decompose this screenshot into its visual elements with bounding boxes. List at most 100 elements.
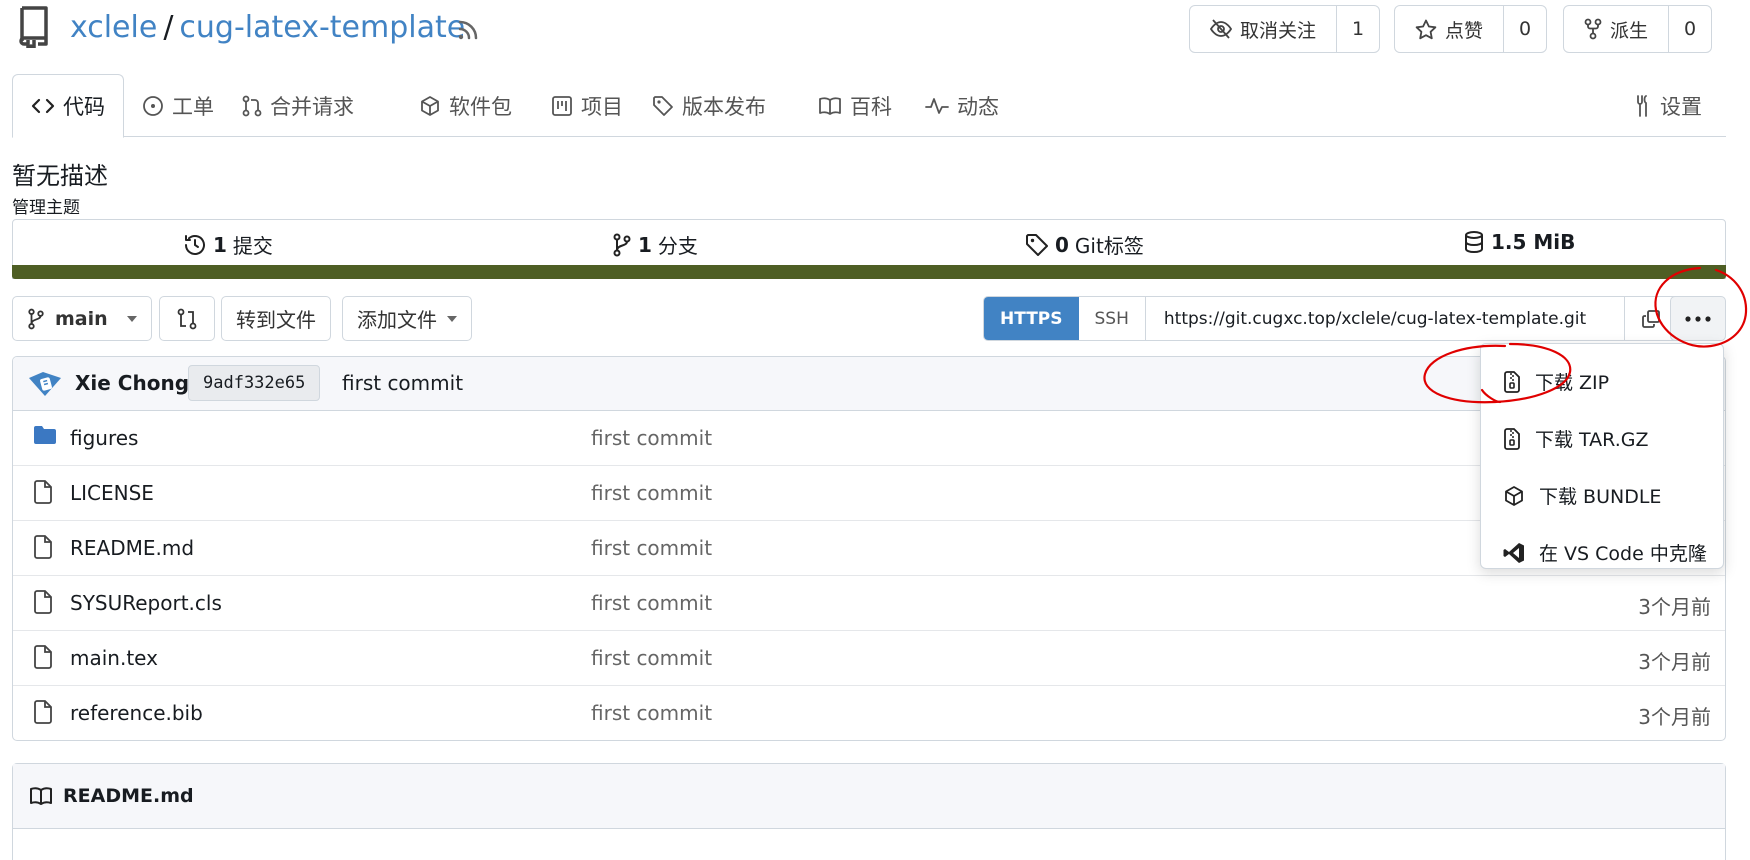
repo-description: 暂无描述 [12,162,108,190]
table-row: reference.bib first commit 3个月前 [13,686,1725,740]
repo-owner-link[interactable]: xclele [70,10,157,45]
tab-activity[interactable]: 动态 [907,74,1017,137]
tab-wiki[interactable]: 百科 [800,74,910,137]
branches-stat[interactable]: 1 分支 [612,230,698,259]
branches-count: 1 [638,232,652,257]
clone-vscode-item[interactable]: 在 VS Code 中克隆 [1481,524,1723,581]
commit-message[interactable]: first commit [342,371,463,395]
file-commit-message[interactable]: first commit [591,591,712,615]
file-name-link[interactable]: LICENSE [70,481,154,505]
file-name-link[interactable]: README.md [70,536,194,560]
star-button[interactable]: 点赞 0 [1394,5,1548,53]
table-row: main.tex first commit 3个月前 [13,631,1725,686]
branch-name: main [55,307,108,330]
tags-stat[interactable]: 0 Git标签 [1025,230,1144,259]
download-bundle-item[interactable]: 下载 BUNDLE [1481,467,1723,524]
rss-icon[interactable] [456,18,480,42]
book-icon [818,96,842,116]
repo-name-link[interactable]: cug-latex-template [179,10,465,45]
download-targz-item[interactable]: 下载 TAR.GZ [1481,410,1723,467]
file-zip-icon [1503,427,1521,450]
tab-label: 设置 [1660,94,1702,119]
commits-count: 1 [213,232,227,257]
fork-button[interactable]: 派生 0 [1563,5,1713,53]
file-commit-message[interactable]: first commit [591,646,712,670]
issue-icon [142,95,164,117]
tab-issues[interactable]: 工单 [124,74,232,137]
download-zip-item[interactable]: 下载 ZIP [1481,353,1723,410]
branch-icon [612,233,632,257]
tab-projects[interactable]: 项目 [533,74,641,137]
fork-icon [1584,18,1602,40]
star-count[interactable]: 0 [1504,6,1546,52]
menu-item-label: 下载 BUNDLE [1539,486,1662,508]
tab-packages[interactable]: 软件包 [401,74,530,137]
compare-button[interactable] [159,296,215,341]
pull-request-icon [242,95,262,117]
tag-icon [652,95,674,117]
vscode-icon [1503,542,1525,564]
clone-url-input[interactable]: https://git.cugxc.top/xclele/cug-latex-t… [1145,297,1624,340]
file-commit-message[interactable]: first commit [591,701,712,725]
book-icon [29,786,53,806]
file-commit-time: 3个月前 [1638,650,1711,674]
fork-count[interactable]: 0 [1669,6,1711,52]
eye-closed-icon [1210,19,1232,39]
package-icon [419,95,441,117]
watch-count[interactable]: 1 [1337,6,1379,52]
watch-button[interactable]: 取消关注 1 [1189,5,1381,53]
commit-sha[interactable]: 9adf332e65 [188,365,321,401]
fork-label: 派生 [1610,19,1649,42]
copy-icon [1641,309,1661,329]
tab-settings[interactable]: 设置 [1614,74,1720,137]
commits-stat[interactable]: 1 提交 [183,230,273,259]
commit-author[interactable]: Xie Chong [75,371,189,395]
file-icon [33,590,53,614]
avatar[interactable] [27,370,63,398]
add-file-button[interactable]: 添加文件 [342,296,472,341]
file-name-link[interactable]: figures [70,426,138,450]
tags-count: 0 [1055,232,1069,257]
more-options-button[interactable] [1670,296,1726,341]
ssh-toggle[interactable]: SSH [1078,297,1146,340]
branch-selector[interactable]: main [12,296,152,341]
download-dropdown-menu: 下载 ZIP 下载 TAR.GZ 下载 BUNDLE 在 VS Code 中克隆 [1480,343,1724,569]
tab-code[interactable]: 代码 [12,74,124,138]
size-stat: 1.5 MiB [1463,230,1575,254]
star-label: 点赞 [1445,19,1484,42]
manage-topics-link[interactable]: 管理主题 [12,193,80,218]
readme-title[interactable]: README.md [63,785,194,807]
language-bar [12,265,1726,279]
clone-panel: HTTPS SSH https://git.cugxc.top/xclele/c… [983,296,1679,341]
table-row: LICENSE first commit [13,466,1725,521]
file-commit-time: 3个月前 [1638,595,1711,619]
readme-header: README.md [13,764,1725,829]
tab-releases[interactable]: 版本发布 [634,74,784,137]
menu-item-label: 在 VS Code 中克隆 [1539,543,1707,565]
file-name-link[interactable]: main.tex [70,646,158,670]
caret-down-icon [127,315,137,322]
table-row: figures first commit [13,411,1725,466]
add-file-label: 添加文件 [357,308,437,332]
file-icon [33,700,53,724]
file-commit-message[interactable]: first commit [591,481,712,505]
file-icon [33,535,53,559]
file-commit-message[interactable]: first commit [591,426,712,450]
repo-tabs: 代码 工单 合并请求 软件包 项目 版本发布 百科 动态 设置 [12,74,1726,138]
repo-size: 1.5 MiB [1491,230,1576,254]
repo-title: xclele / cug-latex-template [70,10,465,45]
file-name-link[interactable]: SYSUReport.cls [70,591,222,615]
file-zip-icon [1503,370,1521,393]
https-toggle[interactable]: HTTPS [984,297,1079,340]
tab-label: 项目 [581,94,623,119]
tab-pull-requests[interactable]: 合并请求 [224,74,372,137]
project-icon [551,95,573,117]
file-commit-time: 3个月前 [1638,705,1711,729]
file-commit-message[interactable]: first commit [591,536,712,560]
pulse-icon [925,96,949,116]
file-table: Xie Chong 9adf332e65 first commit figure… [12,356,1726,741]
history-icon [183,233,207,257]
go-to-file-button[interactable]: 转到文件 [221,296,331,341]
menu-item-label: 下载 TAR.GZ [1535,429,1649,451]
file-name-link[interactable]: reference.bib [70,701,203,725]
